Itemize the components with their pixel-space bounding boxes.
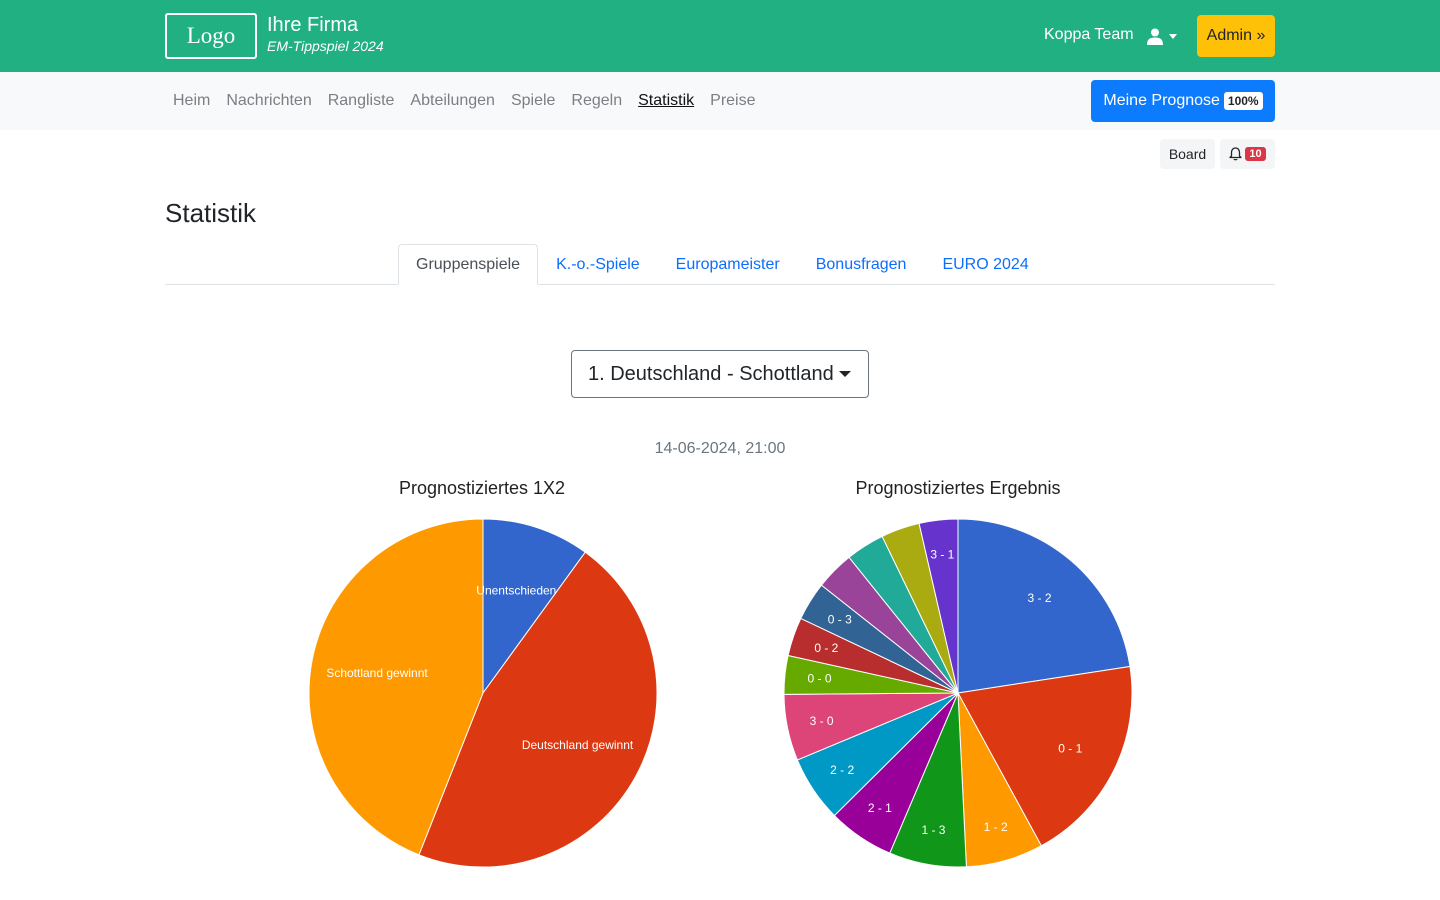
logo[interactable]: Logo: [165, 13, 257, 59]
match-select-dropdown[interactable]: 1. Deutschland - Schottland: [571, 350, 869, 398]
admin-button[interactable]: Admin »: [1197, 15, 1275, 57]
chevron-down-icon: [1169, 33, 1177, 39]
tab-euro-2024[interactable]: EURO 2024: [924, 244, 1046, 285]
pie-chart-1x2: Unentschieden Deutschland gewinnt Schottla…: [308, 518, 658, 868]
slice-label: 2 - 1: [868, 801, 892, 815]
slice-label: 3 - 2: [1028, 591, 1052, 605]
match-select-value: 1. Deutschland - Schottland: [588, 362, 834, 385]
match-date: 14-06-2024, 21:00: [654, 440, 786, 457]
chart-title-ergebnis: Prognostiziertes Ergebnis: [855, 478, 1061, 498]
tab-gruppenspiele[interactable]: Gruppenspiele: [398, 244, 539, 285]
slice-label: 3 - 1: [930, 548, 954, 562]
nav-item-statistik[interactable]: Statistik: [630, 92, 702, 110]
slice-label: 1 - 2: [984, 820, 1008, 834]
nav-item-rangliste[interactable]: Rangliste: [320, 92, 403, 110]
slice-label: Unentschieden: [476, 583, 556, 597]
nav-item-nachrichten[interactable]: Nachrichten: [218, 92, 319, 110]
team-name: Koppa Team: [1044, 26, 1134, 43]
user-menu-toggle[interactable]: [1147, 25, 1183, 47]
statistics-tabs: Gruppenspiele K.-o.-Spiele Europameister…: [398, 244, 1047, 285]
page-title: Statistik: [165, 198, 257, 228]
bell-icon: [1229, 147, 1243, 161]
user-icon: [1147, 28, 1163, 45]
forecast-progress-badge: 100%: [1223, 92, 1263, 110]
tab-ko-spiele[interactable]: K.-o.-Spiele: [538, 244, 658, 285]
slice-label: 3 - 0: [810, 714, 834, 728]
nav-item-abteilungen[interactable]: Abteilungen: [402, 92, 503, 110]
slice-label: 0 - 1: [1058, 742, 1082, 756]
slice-label: 0 - 2: [814, 641, 838, 655]
nav-list: Heim Nachrichten Rangliste Abteilungen S…: [165, 72, 764, 130]
slice-label: 0 - 0: [808, 671, 832, 685]
notifications-button[interactable]: 10: [1220, 139, 1275, 169]
nav-item-regeln[interactable]: Regeln: [563, 92, 630, 110]
nav-item-spiele[interactable]: Spiele: [503, 92, 563, 110]
top-header: Logo Ihre Firma EM-Tippspiel 2024 Koppa …: [0, 0, 1440, 72]
brand-subtitle: EM-Tippspiel 2024: [267, 38, 384, 54]
board-button[interactable]: Board: [1160, 139, 1215, 169]
tab-bonusfragen[interactable]: Bonusfragen: [798, 244, 925, 285]
pie-chart-ergebnis: 3 - 2 0 - 1 1 - 2 1 - 3 2 - 1 2 - 2 3 - 0 0 - 0…: [783, 518, 1133, 868]
brand-name: Ihre Firma: [267, 14, 359, 36]
tab-europameister[interactable]: Europameister: [658, 244, 798, 285]
slice-label: Deutschland gewinnt: [522, 738, 634, 752]
slice-label: 1 - 3: [921, 823, 945, 837]
my-forecast-label: Meine Prognose: [1103, 92, 1220, 109]
nav-item-preise[interactable]: Preise: [702, 92, 763, 110]
chevron-down-icon: [839, 371, 851, 377]
slice-label: 2 - 2: [830, 763, 854, 777]
slice-label: 0 - 3: [828, 613, 852, 627]
main-navbar: Heim Nachrichten Rangliste Abteilungen S…: [0, 72, 1440, 130]
notification-count-badge: 10: [1245, 147, 1266, 161]
nav-item-heim[interactable]: Heim: [165, 92, 218, 110]
chart-title-1x2: Prognostiziertes 1X2: [398, 478, 566, 498]
pie-slice[interactable]: [957, 518, 1131, 694]
my-forecast-button[interactable]: Meine Prognose 100%: [1091, 80, 1275, 122]
slice-label: Schottland gewinnt: [326, 666, 428, 680]
